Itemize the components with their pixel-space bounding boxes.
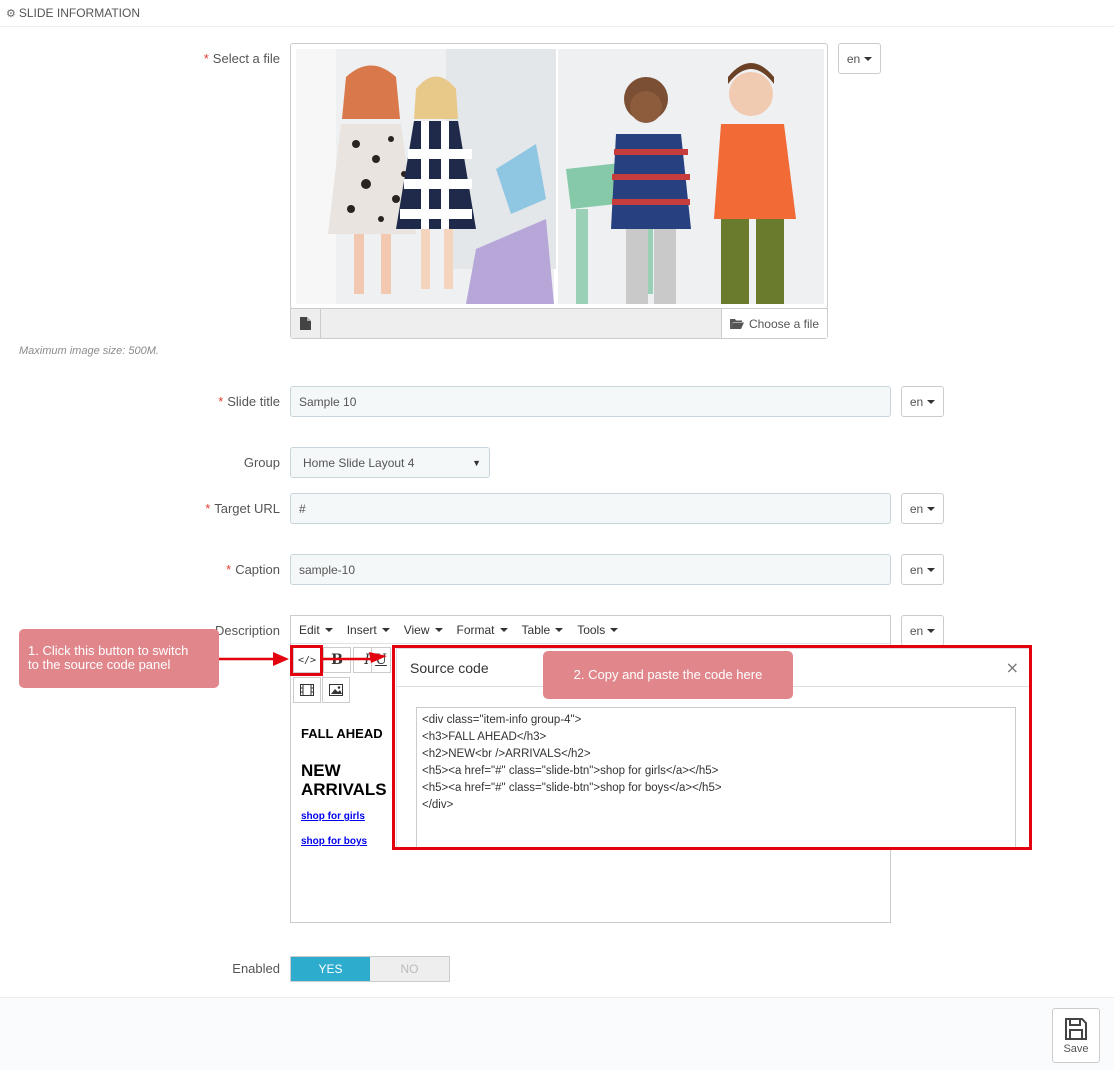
- required-marker: *: [226, 562, 232, 577]
- kids-photo-illustration: [296, 49, 824, 304]
- caption-input[interactable]: sample-10: [290, 554, 891, 585]
- caret-down-icon: [499, 627, 508, 632]
- target-url-lang-dropdown[interactable]: en: [901, 493, 944, 524]
- caret-down-icon: [555, 627, 564, 632]
- slide-title-input[interactable]: Sample 10: [290, 386, 891, 417]
- enabled-toggle[interactable]: YES NO: [290, 956, 450, 982]
- file-name-input[interactable]: [321, 309, 721, 338]
- caption-label: * Caption: [226, 562, 280, 577]
- caret-down-icon: [927, 399, 936, 404]
- film-icon: [300, 684, 314, 696]
- required-marker: *: [218, 394, 224, 409]
- enabled-no[interactable]: NO: [370, 957, 449, 981]
- required-marker: *: [203, 51, 209, 66]
- group-label: Group: [243, 455, 280, 470]
- save-button[interactable]: Save: [1052, 1008, 1100, 1063]
- slide-title-label: * Slide title: [218, 394, 280, 409]
- callout-step-2: 2. Copy and paste the code here: [543, 651, 793, 699]
- menu-tools[interactable]: Tools: [577, 623, 619, 637]
- enabled-yes[interactable]: YES: [291, 957, 370, 981]
- image-preview: [290, 43, 828, 309]
- file-lang-dropdown[interactable]: en: [838, 43, 881, 74]
- slide-image: [296, 49, 824, 304]
- caret-down-icon: [927, 628, 936, 633]
- content-heading-fall-ahead: FALL AHEAD: [301, 726, 383, 741]
- insert-image-button[interactable]: [322, 677, 350, 703]
- menu-edit[interactable]: Edit: [299, 623, 333, 637]
- caret-down-icon: [381, 627, 390, 632]
- caret-down-icon: [610, 627, 619, 632]
- image-icon: [329, 684, 343, 696]
- arrow-icon: [219, 652, 387, 666]
- menu-format[interactable]: Format: [457, 623, 508, 637]
- editor-content[interactable]: FALL AHEAD NEW ARRIVALS shop for girls sh…: [301, 726, 391, 861]
- max-size-hint: Maximum image size: 500M.: [19, 345, 159, 357]
- caret-down-icon: [864, 56, 873, 61]
- choose-file-button[interactable]: Choose a file: [721, 309, 827, 338]
- required-marker: *: [205, 501, 211, 516]
- target-url-label: * Target URL: [205, 501, 280, 516]
- menu-table[interactable]: Table: [522, 623, 564, 637]
- panel-heading: ⚙ SLIDE INFORMATION: [0, 0, 1114, 27]
- group-select[interactable]: Home Slide Layout 4 ▼: [290, 447, 490, 478]
- menu-view[interactable]: View: [404, 623, 443, 637]
- file-input-row: Choose a file: [290, 308, 828, 339]
- shop-boys-link[interactable]: shop for boys: [301, 836, 391, 847]
- file-label: * Select a file: [203, 51, 280, 66]
- editor-menubar: Edit Insert View Format Table Tools: [291, 616, 890, 644]
- cogs-icon: ⚙: [6, 7, 16, 20]
- floppy-disk-icon: [1065, 1017, 1087, 1040]
- caption-lang-dropdown[interactable]: en: [901, 554, 944, 585]
- callout-step-1: 1. Click this button to switch to the so…: [19, 629, 219, 688]
- content-heading-new-arrivals: NEW ARRIVALS: [301, 761, 387, 799]
- caret-down-icon: [434, 627, 443, 632]
- description-lang-dropdown[interactable]: en: [901, 615, 944, 646]
- panel-title: SLIDE INFORMATION: [18, 6, 140, 20]
- caret-down-icon: [324, 627, 333, 632]
- caret-down-icon: [927, 506, 936, 511]
- file-icon: [291, 309, 321, 338]
- insert-video-button[interactable]: [293, 677, 321, 703]
- caret-down-icon: ▼: [472, 457, 481, 468]
- folder-open-icon: [729, 319, 744, 329]
- enabled-label: Enabled: [232, 961, 280, 976]
- target-url-input[interactable]: #: [290, 493, 891, 524]
- shop-girls-link[interactable]: shop for girls: [301, 811, 391, 822]
- caret-down-icon: [927, 567, 936, 572]
- slide-title-lang-dropdown[interactable]: en: [901, 386, 944, 417]
- panel-footer: [0, 997, 1114, 1070]
- menu-insert[interactable]: Insert: [347, 623, 390, 637]
